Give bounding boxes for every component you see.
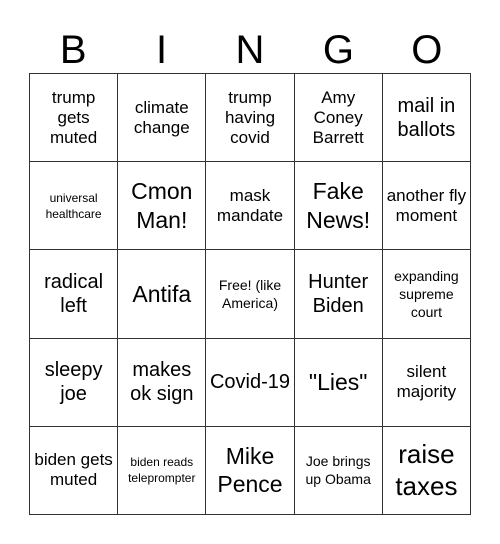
bingo-cell[interactable]: Cmon Man! xyxy=(118,162,207,251)
bingo-cell[interactable]: universal healthcare xyxy=(30,162,119,251)
bingo-cell[interactable]: biden reads teleprompter xyxy=(118,426,207,515)
header-letter-i: I xyxy=(156,28,168,72)
bingo-cell[interactable]: Antifa xyxy=(118,250,207,339)
bingo-cell[interactable]: trump having covid xyxy=(206,74,295,163)
bingo-cell[interactable]: climate change xyxy=(118,74,207,163)
bingo-cell[interactable]: sleepy joe xyxy=(30,338,119,427)
bingo-cell[interactable]: radical left xyxy=(30,250,119,339)
bingo-header: B I N G O xyxy=(29,28,471,72)
header-letter-o: O xyxy=(411,28,443,72)
bingo-cell[interactable]: another fly moment xyxy=(382,162,471,251)
header-letter-g: G xyxy=(322,28,354,72)
bingo-board: trump gets muted climate change trump ha… xyxy=(29,73,471,515)
bingo-cell[interactable]: Amy Coney Barrett xyxy=(294,74,383,163)
bingo-cell[interactable]: Covid-19 xyxy=(206,338,295,427)
bingo-cell[interactable]: Fake News! xyxy=(294,162,383,251)
bingo-cell[interactable]: mail in ballots xyxy=(382,74,471,163)
bingo-cell[interactable]: mask mandate xyxy=(206,162,295,251)
bingo-cell[interactable]: biden gets muted xyxy=(30,426,119,515)
header-letter-n: N xyxy=(235,28,265,72)
bingo-cell[interactable]: Hunter Biden xyxy=(294,250,383,339)
bingo-cell[interactable]: silent majority xyxy=(382,338,471,427)
bingo-cell[interactable]: trump gets muted xyxy=(30,74,119,163)
header-letter-b: B xyxy=(59,28,87,72)
bingo-cell[interactable]: Joe brings up Obama xyxy=(294,426,383,515)
bingo-cell free-space[interactable]: Free! (like America) xyxy=(206,250,295,339)
bingo-cell[interactable]: expanding supreme court xyxy=(382,250,471,339)
bingo-cell[interactable]: Mike Pence xyxy=(206,426,295,515)
bingo-cell[interactable]: "Lies" xyxy=(294,338,383,427)
bingo-cell[interactable]: makes ok sign xyxy=(118,338,207,427)
bingo-cell[interactable]: raise taxes xyxy=(382,426,471,515)
